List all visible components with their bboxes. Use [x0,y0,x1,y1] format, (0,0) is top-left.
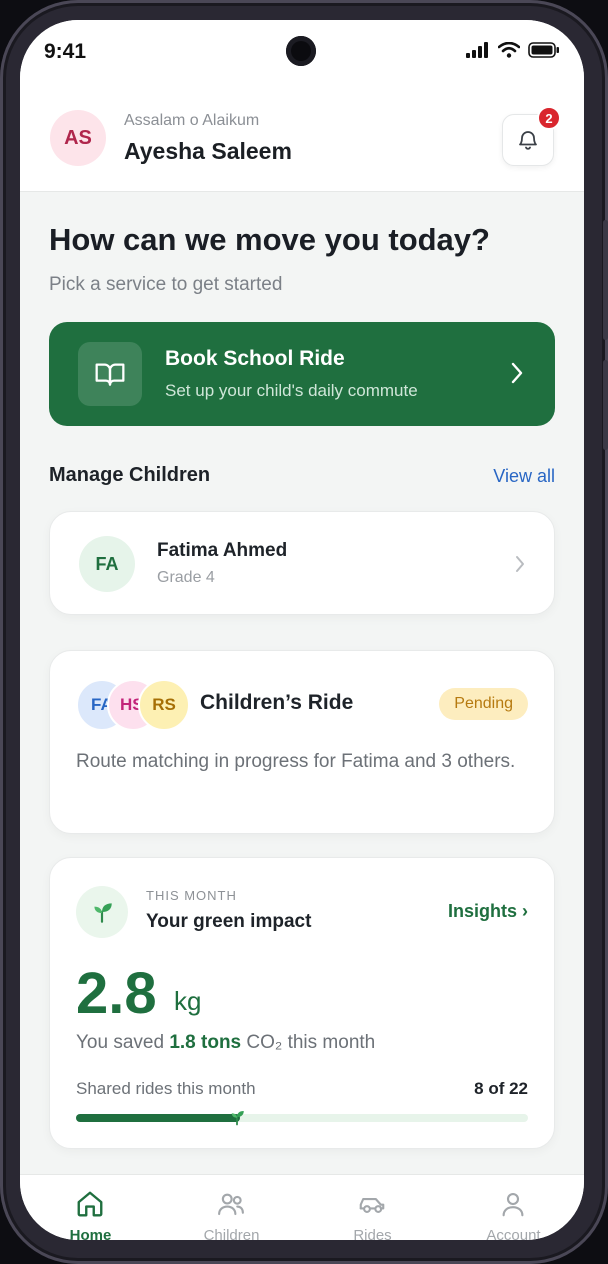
person-icon [502,1192,524,1217]
battery-icon [528,42,559,58]
side-button [603,360,608,450]
manage-children-title: Manage Children [49,464,211,486]
child-grade: Grade 4 [157,569,215,586]
shared-rides-label: Shared rides this month [76,1079,256,1098]
sprout-icon [231,1111,244,1126]
status-bar: 9:41 [20,20,584,82]
children-icon [218,1193,244,1216]
impact-value: 2.8 [76,961,157,1026]
tab-rides[interactable]: Rides [302,1175,443,1240]
home-icon [77,1191,103,1217]
green-impact-card: THIS MONTH Your green impact Insights › … [49,857,555,1149]
power-button [603,220,608,340]
co2-saved-text: You saved 1.8 tons CO₂ this month [76,1032,375,1054]
status-icons [466,42,560,58]
tab-home-label: Home [69,1227,112,1240]
tab-children[interactable]: Children [161,1175,302,1240]
page-title: How can we move you today? [49,222,490,257]
shared-rides-progress [76,1111,528,1126]
book-icon-container [78,342,142,406]
car-icon [359,1197,385,1213]
notification-badge: 2 [537,106,561,130]
signal-icon [466,42,488,58]
chevron-right-icon [516,556,524,572]
child-avatar: FA [79,536,135,592]
user-avatar[interactable]: AS [50,110,106,166]
status-badge: Pending [439,688,528,720]
child-card[interactable]: FA Fatima Ahmed Grade 4 [49,511,555,615]
impact-title: Your green impact [146,911,312,932]
bottom-tab-bar: Home Children Rides Account [20,1174,584,1240]
progress-fill [76,1114,240,1122]
tab-account[interactable]: Account [443,1175,584,1240]
tab-home[interactable]: Home [20,1175,161,1240]
book-school-ride-button[interactable]: Book School Ride Set up your child's dai… [49,322,555,426]
childrens-ride-card[interactable]: FA HS RS Children’s Ride Pending Route m… [49,650,555,834]
impact-eyebrow: THIS MONTH [146,888,237,903]
book-open-icon [95,363,125,386]
sprout-icon-container [76,886,128,938]
front-camera [286,36,316,66]
app-header: AS Assalam o Alaikum Ayesha Saleem 2 [20,82,584,192]
chevron-right-icon [511,362,523,384]
greeting-text: Assalam o Alaikum [124,112,260,129]
bell-icon [519,131,537,150]
book-ride-title: Book School Ride [165,347,345,370]
tab-rides-label: Rides [353,1227,392,1240]
ride-avatar-3: RS [138,679,190,731]
shared-rides-count: 8 of 22 [474,1079,528,1098]
saved-amount: 1.8 tons [169,1032,242,1053]
view-all-link[interactable]: View all [493,466,555,487]
ride-description: Route matching in progress for Fatima an… [76,751,516,772]
impact-unit: kg [174,986,202,1016]
tab-account-label: Account [486,1227,541,1240]
user-name: Ayesha Saleem [124,138,292,164]
ride-title: Children’s Ride [200,691,354,714]
saved-suffix: CO₂ this month [241,1032,376,1053]
child-name: Fatima Ahmed [157,540,288,561]
book-ride-subtitle: Set up your child's daily commute [165,381,418,400]
screen: 9:41 AS Assalam o Alaikum Ayesha Saleem … [20,20,584,1240]
page-subtitle: Pick a service to get started [49,274,283,295]
sprout-icon [94,903,112,923]
status-time: 9:41 [44,40,87,63]
insights-link[interactable]: Insights › [448,901,528,922]
saved-prefix: You saved [76,1032,170,1053]
wifi-icon [498,42,520,58]
tab-children-label: Children [203,1227,260,1240]
